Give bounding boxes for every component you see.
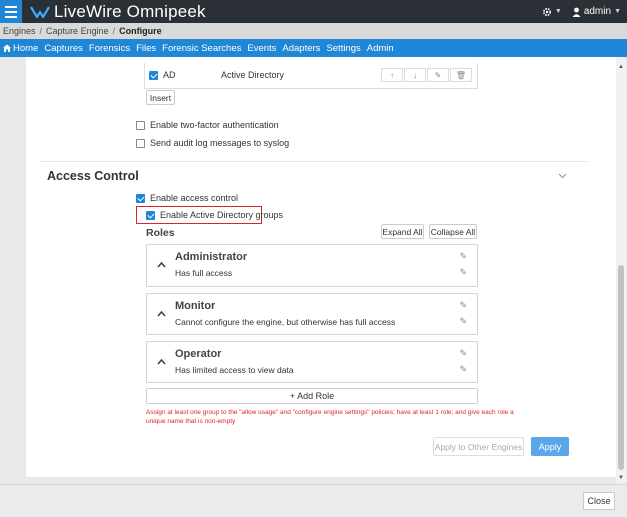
two-factor-checkbox[interactable] [136, 120, 145, 130]
access-control-divider [40, 161, 588, 162]
nav-settings[interactable]: Settings [326, 43, 360, 54]
trash-icon: 🗑 [455, 70, 467, 80]
audit-log-checkbox[interactable] [136, 138, 145, 148]
enable-access-control-checkbox[interactable] [136, 193, 145, 203]
user-menu[interactable]: admin ▼ [572, 6, 621, 17]
pencil-icon[interactable]: ✎ [459, 348, 467, 359]
close-button[interactable]: Close [583, 492, 615, 510]
chevron-down-icon[interactable] [558, 173, 567, 179]
role-title: Operator [175, 348, 222, 360]
validation-warning: Assign at least one group to the "allow … [146, 408, 546, 426]
role-title: Monitor [175, 300, 216, 312]
roles-title: Roles [146, 227, 175, 239]
enable-access-control-label: Enable access control [150, 193, 239, 203]
chevron-down-icon: ▼ [554, 8, 562, 15]
chevron-down-icon: ▼ [614, 8, 621, 15]
pencil-icon[interactable]: ✎ [459, 251, 467, 262]
scroll-down-icon[interactable]: ▼ [617, 475, 625, 481]
delete-provider-button[interactable]: 🗑 [450, 68, 472, 82]
auth-provider-row: AD Active Directory ↑ ↓ ✎ 🗑 [144, 63, 478, 89]
role-card-operator[interactable]: Operator Has limited access to view data… [146, 341, 478, 383]
role-card-monitor[interactable]: Monitor Cannot configure the engine, but… [146, 293, 478, 335]
breadcrumb-engines[interactable]: Engines [3, 26, 36, 36]
menu-icon[interactable] [0, 0, 22, 23]
user-name: admin [583, 6, 612, 17]
audit-log-label: Send audit log messages to syslog [150, 138, 290, 148]
chevron-up-icon[interactable] [157, 357, 166, 366]
nav-home[interactable]: Home [3, 43, 38, 54]
nav-events[interactable]: Events [247, 43, 276, 54]
breadcrumb-configure: Configure [119, 26, 162, 36]
collapse-all-button[interactable]: Collapse All [429, 224, 477, 239]
ad-provider-type: Active Directory [221, 70, 285, 80]
nav-admin[interactable]: Admin [367, 43, 394, 54]
scroll-thumb[interactable] [618, 265, 624, 470]
chevron-up-icon[interactable] [157, 309, 166, 318]
move-down-button[interactable]: ↓ [404, 68, 426, 82]
chevron-up-icon[interactable] [157, 260, 166, 269]
warning-line: unique name that is non-empty [146, 418, 236, 425]
two-factor-label: Enable two-factor authentication [150, 120, 279, 130]
breadcrumb-capture-engine[interactable]: Capture Engine [46, 26, 109, 36]
scroll-up-icon[interactable]: ▲ [617, 64, 625, 70]
ad-provider-checkbox[interactable] [149, 70, 158, 80]
nav-captures[interactable]: Captures [44, 43, 83, 54]
livewire-logo-icon [30, 5, 50, 18]
settings-menu[interactable]: ▼ [542, 7, 562, 17]
role-card-administrator[interactable]: Administrator Has full access ✎ ✎ [146, 244, 478, 287]
arrow-up-icon: ↑ [390, 70, 394, 80]
nav-home-label: Home [13, 42, 39, 54]
breadcrumb-separator: / [39, 26, 43, 36]
dialog-footer: Close [0, 484, 627, 517]
pencil-icon[interactable]: ✎ [459, 300, 467, 311]
edit-provider-button[interactable]: ✎ [427, 68, 449, 82]
enable-ad-groups-label: Enable Active Directory groups [160, 210, 284, 220]
role-description: Cannot configure the engine, but otherwi… [175, 317, 396, 327]
access-control-title: Access Control [47, 169, 139, 183]
content-scrollbar[interactable]: ▲ ▼ [616, 57, 626, 484]
gear-icon [542, 7, 551, 16]
move-up-button[interactable]: ↑ [381, 68, 403, 82]
main-nav: Home Captures Forensics Files Forensic S… [0, 39, 627, 57]
pencil-icon[interactable]: ✎ [459, 267, 467, 278]
breadcrumb: Engines / Capture Engine / Configure [0, 23, 627, 39]
configure-panel: AD Active Directory ↑ ↓ ✎ 🗑 Insert Enabl… [26, 57, 616, 477]
expand-all-button[interactable]: Expand All [381, 224, 424, 239]
pencil-icon[interactable]: ✎ [459, 316, 467, 327]
add-role-button[interactable]: + Add Role [146, 388, 478, 404]
apply-button[interactable]: Apply [531, 437, 569, 456]
apply-to-other-engines-button[interactable]: Apply to Other Engines [433, 437, 524, 456]
user-icon [572, 7, 581, 17]
pencil-icon[interactable]: ✎ [459, 364, 467, 375]
home-icon [3, 44, 11, 52]
top-bar: LiveWire Omnipeek ▼ admin ▼ [0, 0, 627, 23]
warning-line: Assign at least one group to the "allow … [146, 409, 514, 416]
brand-title: LiveWire Omnipeek [54, 1, 206, 21]
enable-ad-groups-checkbox[interactable] [146, 210, 155, 220]
pencil-icon: ✎ [434, 70, 442, 80]
insert-button[interactable]: Insert [146, 90, 175, 105]
nav-files[interactable]: Files [136, 43, 156, 54]
role-description: Has full access [175, 268, 233, 278]
nav-forensic-searches[interactable]: Forensic Searches [162, 43, 241, 54]
role-title: Administrator [175, 251, 248, 263]
nav-forensics[interactable]: Forensics [89, 43, 130, 54]
nav-adapters[interactable]: Adapters [282, 43, 320, 54]
breadcrumb-separator: / [112, 26, 116, 36]
ad-provider-name: AD [163, 70, 176, 80]
role-description: Has limited access to view data [175, 365, 294, 375]
arrow-down-icon: ↓ [413, 70, 417, 80]
